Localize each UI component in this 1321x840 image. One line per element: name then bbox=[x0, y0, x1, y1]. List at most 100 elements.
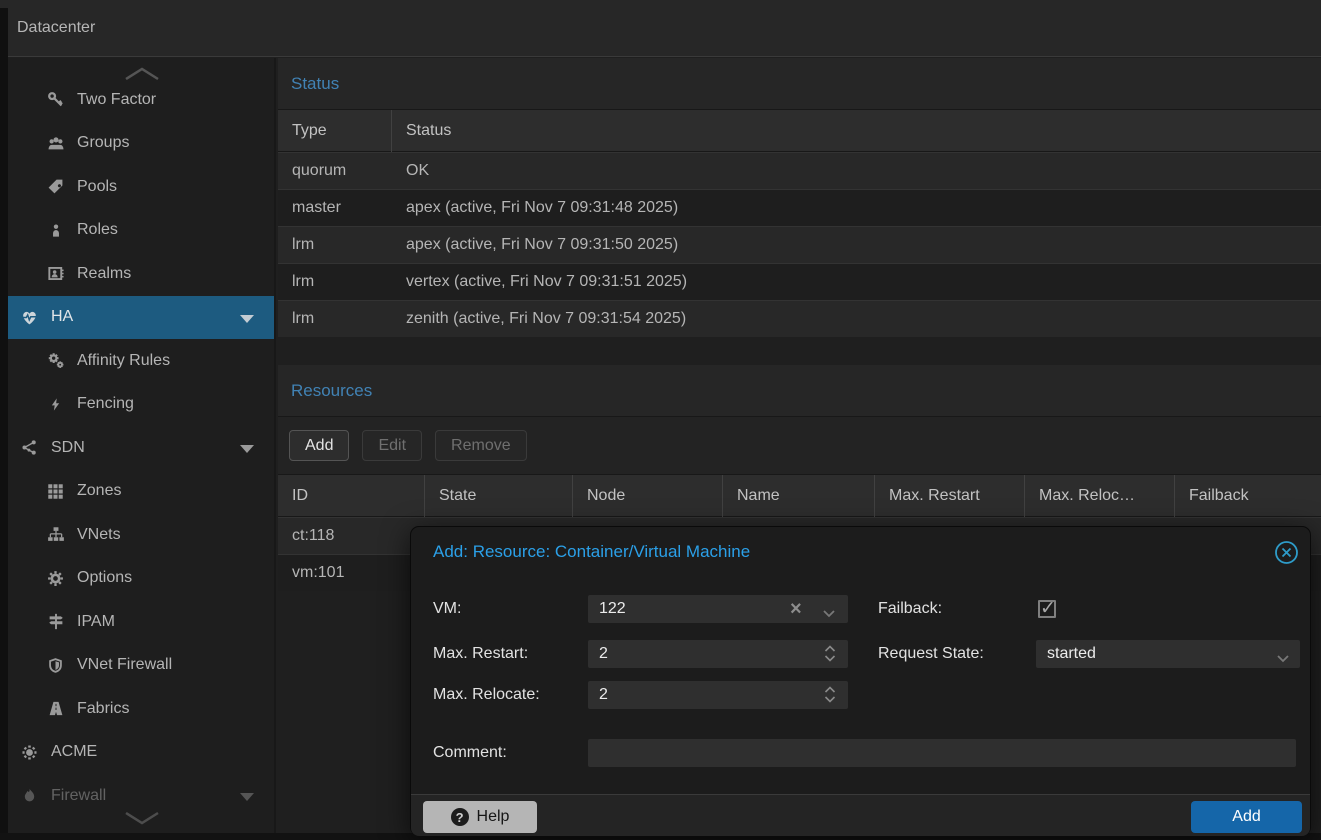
chevron-down-icon[interactable] bbox=[240, 315, 254, 323]
question-icon: ? bbox=[451, 808, 469, 826]
user-icon bbox=[46, 222, 65, 239]
sidebar-item-ipam[interactable]: IPAM bbox=[8, 600, 276, 644]
table-row[interactable]: lrm zenith (active, Fri Nov 7 09:31:54 2… bbox=[278, 300, 1321, 337]
sidebar-item-two-factor[interactable]: Two Factor bbox=[8, 78, 276, 122]
dialog-title: Add: Resource: Container/Virtual Machine bbox=[433, 542, 750, 562]
resources-table-header: ID State Node Name Max. Restart Max. Rel… bbox=[278, 475, 1321, 517]
sidebar-item-ha[interactable]: HA bbox=[8, 296, 276, 340]
sidebar-item-options[interactable]: Options bbox=[8, 557, 276, 601]
sidebar-item-label: ACME bbox=[51, 743, 97, 761]
table-row[interactable]: lrm vertex (active, Fri Nov 7 09:31:51 2… bbox=[278, 263, 1321, 300]
column-header-state[interactable]: State bbox=[425, 475, 573, 517]
sidebar-item-realms[interactable]: Realms bbox=[8, 252, 276, 296]
sidebar-item-label: VNets bbox=[77, 526, 121, 544]
column-header-node[interactable]: Node bbox=[573, 475, 723, 517]
max-relocate-input[interactable] bbox=[588, 681, 848, 709]
chevron-down-icon[interactable] bbox=[822, 605, 836, 623]
cell-status: OK bbox=[392, 153, 1321, 189]
column-header-id[interactable]: ID bbox=[278, 475, 425, 517]
cell-status: vertex (active, Fri Nov 7 09:31:51 2025) bbox=[392, 264, 1321, 300]
cell-id: vm:101 bbox=[278, 555, 425, 591]
heartbeat-icon bbox=[20, 309, 39, 326]
sidebar-item-label: Fabrics bbox=[77, 700, 129, 718]
sidebar-item-pools[interactable]: Pools bbox=[8, 165, 276, 209]
address-card-icon bbox=[46, 265, 65, 282]
chevron-down-icon[interactable] bbox=[240, 445, 254, 453]
max-relocate-label: Max. Relocate: bbox=[433, 686, 540, 704]
table-row[interactable]: quorum OK bbox=[278, 152, 1321, 189]
sidebar-item-acme[interactable]: ACME bbox=[8, 731, 276, 775]
proxmox-datacenter-view: Datacenter Two Factor Groups bbox=[0, 0, 1321, 840]
help-button-label: Help bbox=[477, 808, 510, 826]
comment-field-row: Comment: bbox=[433, 739, 507, 767]
remove-button[interactable]: Remove bbox=[435, 430, 527, 461]
column-header-status[interactable]: Status bbox=[392, 110, 1321, 152]
add-button-label: Add bbox=[1232, 808, 1260, 826]
sidebar-item-vnet-firewall[interactable]: VNet Firewall bbox=[8, 644, 276, 688]
column-header-name[interactable]: Name bbox=[723, 475, 875, 517]
sidebar-item-label: Fencing bbox=[77, 395, 134, 413]
add-button[interactable]: Add bbox=[289, 430, 349, 461]
column-header-max-relocate[interactable]: Max. Reloc… bbox=[1025, 475, 1175, 517]
column-header-failback[interactable]: Failback bbox=[1175, 475, 1321, 517]
road-icon bbox=[46, 700, 65, 717]
column-header-max-restart[interactable]: Max. Restart bbox=[875, 475, 1025, 517]
scroll-down-indicator[interactable] bbox=[8, 808, 276, 828]
cell-type: lrm bbox=[278, 301, 392, 337]
max-restart-label: Max. Restart: bbox=[433, 645, 528, 663]
edit-button[interactable]: Edit bbox=[362, 430, 422, 461]
failback-field-row: Failback: bbox=[878, 595, 942, 623]
key-icon bbox=[46, 91, 65, 108]
sidebar-item-label: Affinity Rules bbox=[77, 352, 170, 370]
sidebar-item-affinity-rules[interactable]: Affinity Rules bbox=[8, 339, 276, 383]
cell-type: master bbox=[278, 190, 392, 226]
spinner-up-icon[interactable] bbox=[824, 645, 836, 652]
vm-field-row: VM: bbox=[433, 595, 461, 623]
comment-input[interactable] bbox=[588, 739, 1296, 767]
sidebar-item-sdn[interactable]: SDN bbox=[8, 426, 276, 470]
cell-status: apex (active, Fri Nov 7 09:31:48 2025) bbox=[392, 190, 1321, 226]
resource-tree-sidebar: Two Factor Groups Pools Roles bbox=[8, 58, 276, 833]
grid-icon bbox=[46, 483, 65, 500]
chevron-down-icon[interactable] bbox=[1276, 650, 1290, 668]
sidebar-item-label: Pools bbox=[77, 178, 117, 196]
table-row[interactable]: lrm apex (active, Fri Nov 7 09:31:50 202… bbox=[278, 226, 1321, 263]
page-title: Datacenter bbox=[17, 19, 95, 37]
dialog-add-button[interactable]: Add bbox=[1191, 801, 1302, 833]
sidebar-item-fencing[interactable]: Fencing bbox=[8, 383, 276, 427]
close-icon[interactable] bbox=[1274, 540, 1299, 565]
column-header-type[interactable]: Type bbox=[278, 110, 392, 152]
sidebar-item-vnets[interactable]: VNets bbox=[8, 513, 276, 557]
spinner-down-icon[interactable] bbox=[824, 696, 836, 703]
gears-icon bbox=[46, 352, 65, 369]
help-button[interactable]: ? Help bbox=[423, 801, 537, 833]
sidebar-item-fabrics[interactable]: Fabrics bbox=[8, 687, 276, 731]
sidebar-item-roles[interactable]: Roles bbox=[8, 209, 276, 253]
resources-panel-header: Resources bbox=[278, 365, 1321, 417]
sidebar-item-label: Realms bbox=[77, 265, 131, 283]
sidebar-item-label: IPAM bbox=[77, 613, 115, 631]
request-state-label: Request State: bbox=[878, 645, 984, 663]
spinner-up-icon[interactable] bbox=[824, 686, 836, 693]
spinner-down-icon[interactable] bbox=[824, 655, 836, 662]
ha-status-panel: Status Type Status quorum OK master apex… bbox=[278, 58, 1321, 337]
resources-panel-title: Resources bbox=[291, 381, 372, 401]
failback-checkbox[interactable]: ✓ bbox=[1038, 600, 1056, 618]
table-row[interactable]: master apex (active, Fri Nov 7 09:31:48 … bbox=[278, 189, 1321, 226]
spinner-buttons[interactable] bbox=[824, 686, 836, 703]
vm-combobox[interactable] bbox=[588, 595, 848, 623]
sidebar-item-label: Groups bbox=[77, 134, 129, 152]
request-state-combobox[interactable] bbox=[1036, 640, 1300, 668]
spinner-buttons[interactable] bbox=[824, 645, 836, 662]
failback-label: Failback: bbox=[878, 600, 942, 618]
chevron-right-icon[interactable] bbox=[240, 793, 254, 801]
certificate-icon bbox=[20, 744, 39, 761]
sidebar-item-zones[interactable]: Zones bbox=[8, 470, 276, 514]
sidebar-item-groups[interactable]: Groups bbox=[8, 122, 276, 166]
dialog-footer: ? Help Add bbox=[411, 794, 1310, 836]
sidebar-item-label: VNet Firewall bbox=[77, 656, 172, 674]
clear-icon[interactable]: × bbox=[790, 599, 802, 619]
cell-status: apex (active, Fri Nov 7 09:31:50 2025) bbox=[392, 227, 1321, 263]
max-restart-input[interactable] bbox=[588, 640, 848, 668]
cell-type: lrm bbox=[278, 227, 392, 263]
